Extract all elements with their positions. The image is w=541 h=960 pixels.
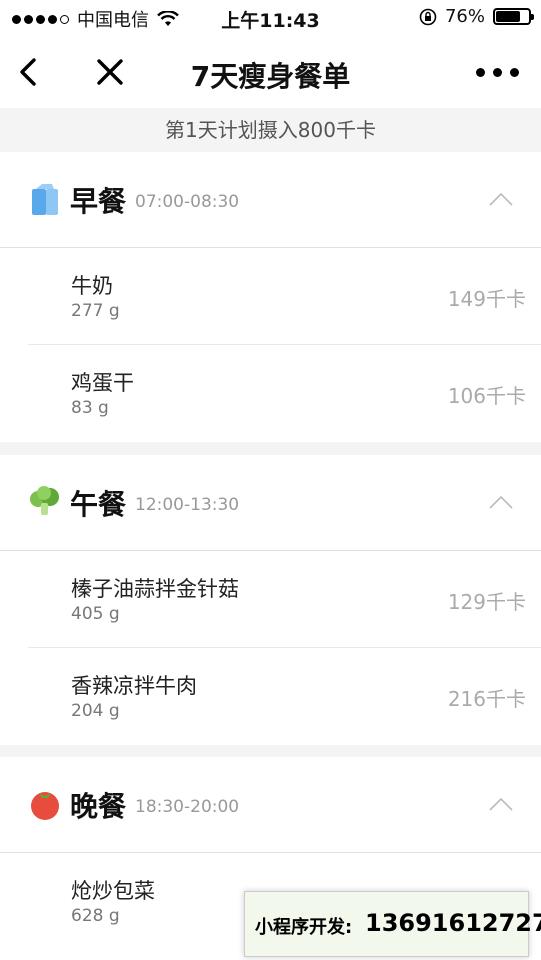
meal-header-breakfast[interactable]: 早餐 07:00-08:30 [0, 152, 541, 248]
page-title: 7天瘦身餐单 [190, 60, 351, 93]
meal-header-dinner[interactable]: 晚餐 18:30-20:00 [0, 757, 541, 853]
food-weight: 628 g [71, 906, 120, 926]
tomato-icon [31, 792, 59, 820]
status-right: 76% [419, 6, 534, 27]
food-item[interactable]: 牛奶 277 g 149千卡 [28, 248, 541, 345]
food-weight: 83 g [71, 398, 109, 418]
chevron-up-icon[interactable] [489, 495, 513, 509]
food-weight: 277 g [71, 301, 120, 321]
milk-carton-icon [32, 184, 58, 215]
meal-title: 午餐 [70, 488, 127, 521]
food-name: 鸡蛋干 [71, 371, 134, 395]
food-calories: 106千卡 [447, 384, 526, 408]
food-calories: 129千卡 [447, 590, 526, 614]
food-name: 炝炒包菜 [71, 879, 155, 903]
food-calories: 149千卡 [447, 287, 526, 311]
meal-header-lunch[interactable]: 午餐 12:00-13:30 [0, 455, 541, 551]
food-calories: 216千卡 [447, 687, 526, 711]
status-bar: 中国电信 上午11:43 76% [0, 0, 541, 36]
food-name: 榛子油蒜拌金针菇 [71, 577, 239, 601]
food-weight: 204 g [71, 701, 120, 721]
chevron-up-icon[interactable] [489, 192, 513, 206]
meal-time: 18:30-20:00 [135, 797, 240, 817]
contact-phone: 13691612727 [365, 909, 541, 937]
broccoli-icon [30, 486, 59, 515]
rotation-lock-icon [419, 8, 437, 25]
meal-title: 早餐 [70, 185, 127, 218]
meal-title: 晚餐 [70, 790, 127, 823]
food-name: 香辣凉拌牛肉 [71, 674, 197, 698]
developer-contact-banner: 小程序开发: 13691612727 [244, 891, 541, 957]
chevron-up-icon[interactable] [489, 797, 513, 811]
food-weight: 405 g [71, 604, 120, 624]
food-name: 牛奶 [71, 274, 113, 298]
meal-section-lunch: 午餐 12:00-13:30 榛子油蒜拌金针菇 405 g 129千卡 香辣凉拌… [0, 455, 541, 745]
meal-section-breakfast: 早餐 07:00-08:30 牛奶 277 g 149千卡 鸡蛋干 83 g 1… [0, 152, 541, 442]
meal-time: 12:00-13:30 [135, 495, 240, 515]
food-item[interactable]: 榛子油蒜拌金针菇 405 g 129千卡 [28, 551, 541, 648]
food-item[interactable]: 鸡蛋干 83 g 106千卡 [28, 345, 541, 442]
contact-label: 小程序开发: [255, 917, 353, 938]
navigation-bar: 7天瘦身餐单 [0, 36, 541, 108]
plan-summary: 第1天计划摄入800千卡 [165, 118, 376, 142]
more-options-icon[interactable] [476, 68, 519, 77]
battery-icon [493, 8, 534, 25]
battery-percent: 76% [444, 6, 485, 27]
food-item[interactable]: 香辣凉拌牛肉 204 g 216千卡 [28, 648, 541, 745]
meal-time: 07:00-08:30 [135, 192, 240, 212]
